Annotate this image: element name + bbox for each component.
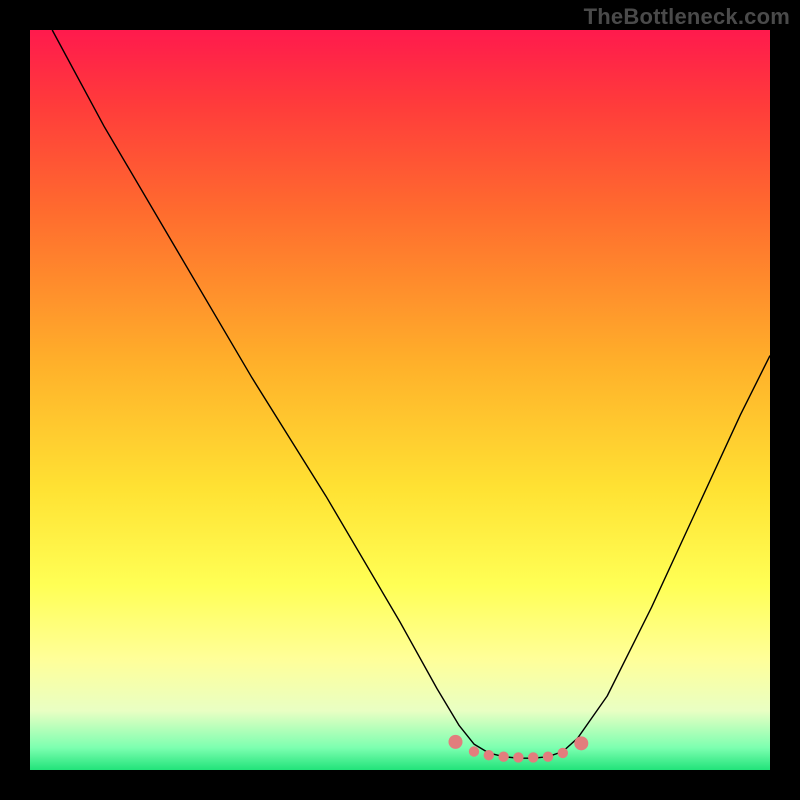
marker-dot bbox=[469, 746, 479, 756]
marker-dot bbox=[543, 751, 553, 761]
marker-dot bbox=[574, 736, 588, 750]
marker-dot bbox=[498, 751, 508, 761]
plot-area bbox=[30, 30, 770, 770]
marker-dot bbox=[528, 752, 538, 762]
chart-frame: TheBottleneck.com bbox=[0, 0, 800, 800]
marker-dot bbox=[484, 750, 494, 760]
chart-svg bbox=[30, 30, 770, 770]
marker-dot bbox=[513, 752, 523, 762]
bottleneck-curve bbox=[52, 30, 770, 758]
marker-dot bbox=[449, 735, 463, 749]
marker-dot bbox=[558, 748, 568, 758]
watermark-text: TheBottleneck.com bbox=[584, 4, 790, 30]
